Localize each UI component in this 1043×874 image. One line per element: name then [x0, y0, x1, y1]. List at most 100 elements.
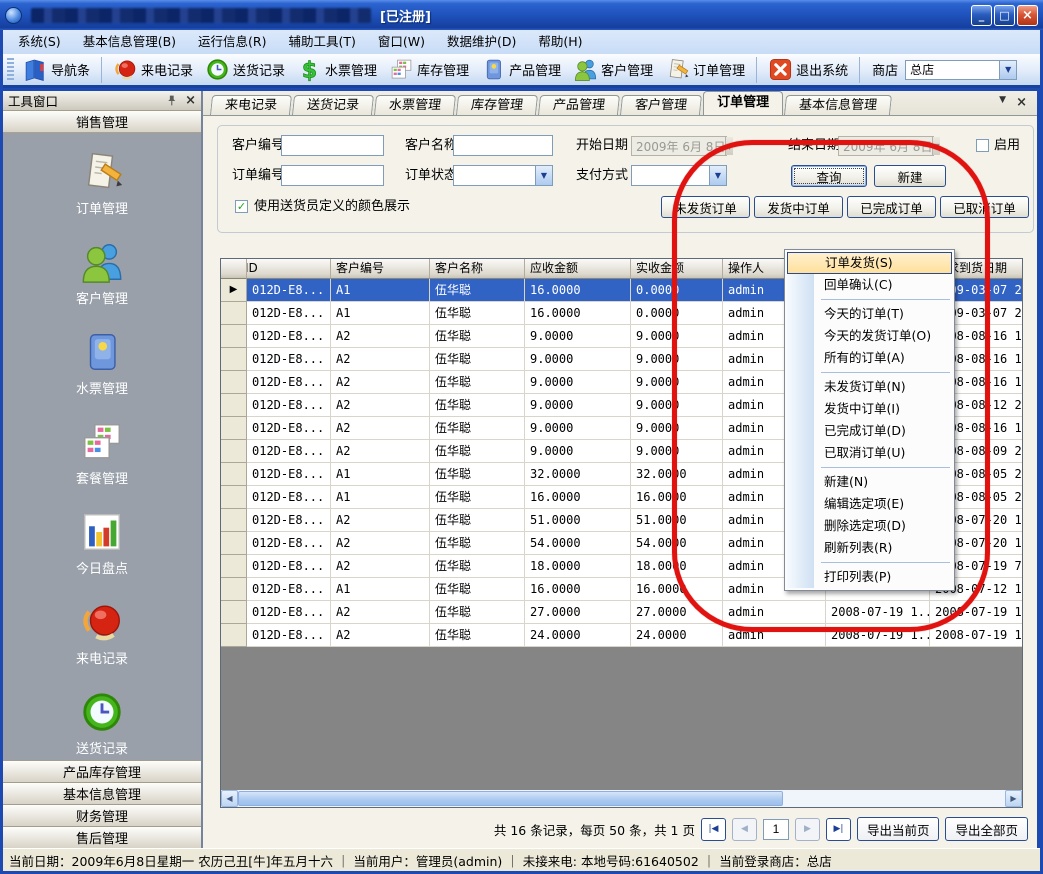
order-status-select[interactable]: ▼	[453, 165, 553, 186]
prev-page-button[interactable]: ◀	[732, 818, 757, 841]
sidebar-item[interactable]: 客户管理	[3, 231, 201, 321]
tab[interactable]: 订单管理	[703, 91, 783, 115]
tab[interactable]: 来电记录	[210, 95, 292, 115]
context-menu-item[interactable]	[787, 464, 952, 471]
context-menu-item[interactable]: 刷新列表(R)	[787, 537, 952, 559]
scroll-left-button[interactable]: ◀	[221, 790, 238, 807]
context-menu-item[interactable]: 未发货订单(N)	[787, 376, 952, 398]
sidebar-item[interactable]: 套餐管理	[3, 411, 201, 501]
sidebar-item[interactable]: 今日盘点	[3, 501, 201, 591]
menu-item[interactable]: 基本信息管理(B)	[72, 30, 187, 54]
tool-window-close-icon[interactable]: ×	[185, 93, 196, 108]
scroll-right-button[interactable]: ▶	[1005, 790, 1022, 807]
menu-item[interactable]: 系统(S)	[7, 30, 72, 54]
start-date-picker[interactable]: 2009年 6月 8日 ▼	[631, 136, 727, 156]
context-menu-item[interactable]: 今天的订单(T)	[787, 303, 952, 325]
table-row[interactable]: 012D-E8... A2 伍华聪 27.0000 27.0000 admin …	[221, 601, 1022, 624]
sidebar-section-title[interactable]: 销售管理	[3, 111, 201, 133]
first-page-button[interactable]: |◀	[701, 818, 726, 841]
toolbar-button[interactable]: 产品管理	[476, 55, 566, 84]
toolbar-drag-handle[interactable]	[7, 58, 14, 82]
tab[interactable]: 水票管理	[374, 95, 456, 115]
context-menu-item[interactable]: 回单确认(C)	[787, 274, 952, 296]
sidebar-bottom-section[interactable]: 产品库存管理	[3, 760, 201, 782]
context-menu-item[interactable]: 删除选定项(D)	[787, 515, 952, 537]
context-menu-item[interactable]: 所有的订单(A)	[787, 347, 952, 369]
sidebar-item[interactable]: 来电记录	[3, 591, 201, 681]
sidebar-item[interactable]: 水票管理	[3, 321, 201, 411]
new-button[interactable]: 新建	[874, 165, 946, 187]
tab[interactable]: 送货记录	[292, 95, 374, 115]
context-menu-item[interactable]: 打印列表(P)	[787, 566, 952, 588]
menu-item[interactable]: 运行信息(R)	[187, 30, 277, 54]
end-date-picker[interactable]: 2009年 6月 8日 ▼	[838, 136, 934, 156]
tab-list-dropdown-icon[interactable]: ▼	[999, 95, 1006, 110]
menu-item[interactable]: 帮助(H)	[527, 30, 593, 54]
context-menu-item[interactable]: 编辑选定项(E)	[787, 493, 952, 515]
tab-close-icon[interactable]: ×	[1016, 95, 1027, 110]
status-bar: 当前日期：2009年6月8日星期一 农历己丑[牛]年五月十六 ｜ 当前用户：管理…	[3, 848, 1040, 871]
enable-checkbox[interactable]	[976, 139, 989, 152]
toolbar-button[interactable]: 送货记录	[200, 55, 290, 84]
header-cell-customer-no[interactable]: 客户编号	[331, 259, 430, 279]
maximize-button[interactable]: □	[994, 5, 1015, 26]
toolbar-button[interactable]: 库存管理	[384, 55, 474, 84]
window-controls: _ □ ×	[971, 5, 1038, 26]
export-all-button[interactable]: 导出全部页	[945, 817, 1028, 841]
sidebar-bottom-section[interactable]: 基本信息管理	[3, 782, 201, 804]
context-menu-item[interactable]	[787, 296, 952, 303]
page-input[interactable]	[763, 819, 789, 840]
sidebar-bottom-section[interactable]: 财务管理	[3, 804, 201, 826]
context-menu-item[interactable]: 已完成订单(D)	[787, 420, 952, 442]
context-menu-item[interactable]: 已取消订单(U)	[787, 442, 952, 464]
close-button[interactable]: ×	[1017, 5, 1038, 26]
next-page-button[interactable]: ▶	[795, 818, 820, 841]
status-filter-button[interactable]: 已完成订单	[847, 196, 936, 218]
horizontal-scrollbar[interactable]: ◀ ▶	[221, 790, 1022, 807]
context-menu-item[interactable]	[787, 559, 952, 566]
header-cell-received[interactable]: 实收金额	[631, 259, 723, 279]
customer-name-input[interactable]	[453, 135, 553, 156]
tab[interactable]: 客户管理	[620, 95, 702, 115]
menu-item[interactable]: 窗口(W)	[367, 30, 436, 54]
export-current-button[interactable]: 导出当前页	[857, 817, 940, 841]
order-no-input[interactable]	[281, 165, 384, 186]
sidebar-item[interactable]: 订单管理	[3, 141, 201, 231]
sidebar-bottom-section[interactable]: 售后管理	[3, 826, 201, 848]
toolbar-button[interactable]: 客户管理	[568, 55, 658, 84]
tab[interactable]: 基本信息管理	[784, 95, 892, 115]
nav-toolbar-button[interactable]: 导航条	[18, 55, 95, 84]
header-cell-customer-name[interactable]: 客户名称	[430, 259, 525, 279]
pay-method-select[interactable]: ▼	[631, 165, 727, 186]
header-cell-id[interactable]: ID	[247, 259, 331, 279]
toolbar-button[interactable]: 水票管理	[292, 55, 382, 84]
toolbar-button[interactable]: 订单管理	[660, 55, 750, 84]
header-cell-receivable[interactable]: 应收金额	[525, 259, 631, 279]
exit-toolbar-button[interactable]: 退出系统	[763, 55, 853, 84]
table-row[interactable]: 012D-E8... A2 伍华聪 24.0000 24.0000 admin …	[221, 624, 1022, 647]
context-menu-item[interactable]: 发货中订单(I)	[787, 398, 952, 420]
customer-no-input[interactable]	[281, 135, 384, 156]
context-menu-item[interactable]: 订单发货(S)	[787, 252, 952, 274]
pin-icon[interactable]	[165, 94, 178, 107]
menu-item[interactable]: 数据维护(D)	[436, 30, 527, 54]
status-filter-button[interactable]: 未发货订单	[661, 196, 750, 218]
tab[interactable]: 库存管理	[456, 95, 538, 115]
sidebar-item[interactable]: 送货记录	[3, 681, 201, 771]
status-filter-button[interactable]: 发货中订单	[754, 196, 843, 218]
status-filter-button[interactable]: 已取消订单	[940, 196, 1029, 218]
shop-combobox[interactable]: 总店 ▼	[905, 60, 1017, 80]
scroll-thumb[interactable]	[238, 791, 783, 806]
last-page-button[interactable]: ▶|	[826, 818, 851, 841]
context-menu-item[interactable]: 今天的发货订单(O)	[787, 325, 952, 347]
row-selector-cell	[221, 302, 247, 325]
query-button[interactable]: 查询	[791, 165, 867, 187]
menu-item[interactable]: 辅助工具(T)	[278, 30, 367, 54]
context-menu-item[interactable]: 新建(N)	[787, 471, 952, 493]
cell-customer-name: 伍华聪	[430, 325, 525, 348]
context-menu-item[interactable]	[787, 369, 952, 376]
minimize-button[interactable]: _	[971, 5, 992, 26]
tab[interactable]: 产品管理	[538, 95, 620, 115]
toolbar-button[interactable]: 来电记录	[108, 55, 198, 84]
color-checkbox[interactable]: ✓	[235, 200, 248, 213]
